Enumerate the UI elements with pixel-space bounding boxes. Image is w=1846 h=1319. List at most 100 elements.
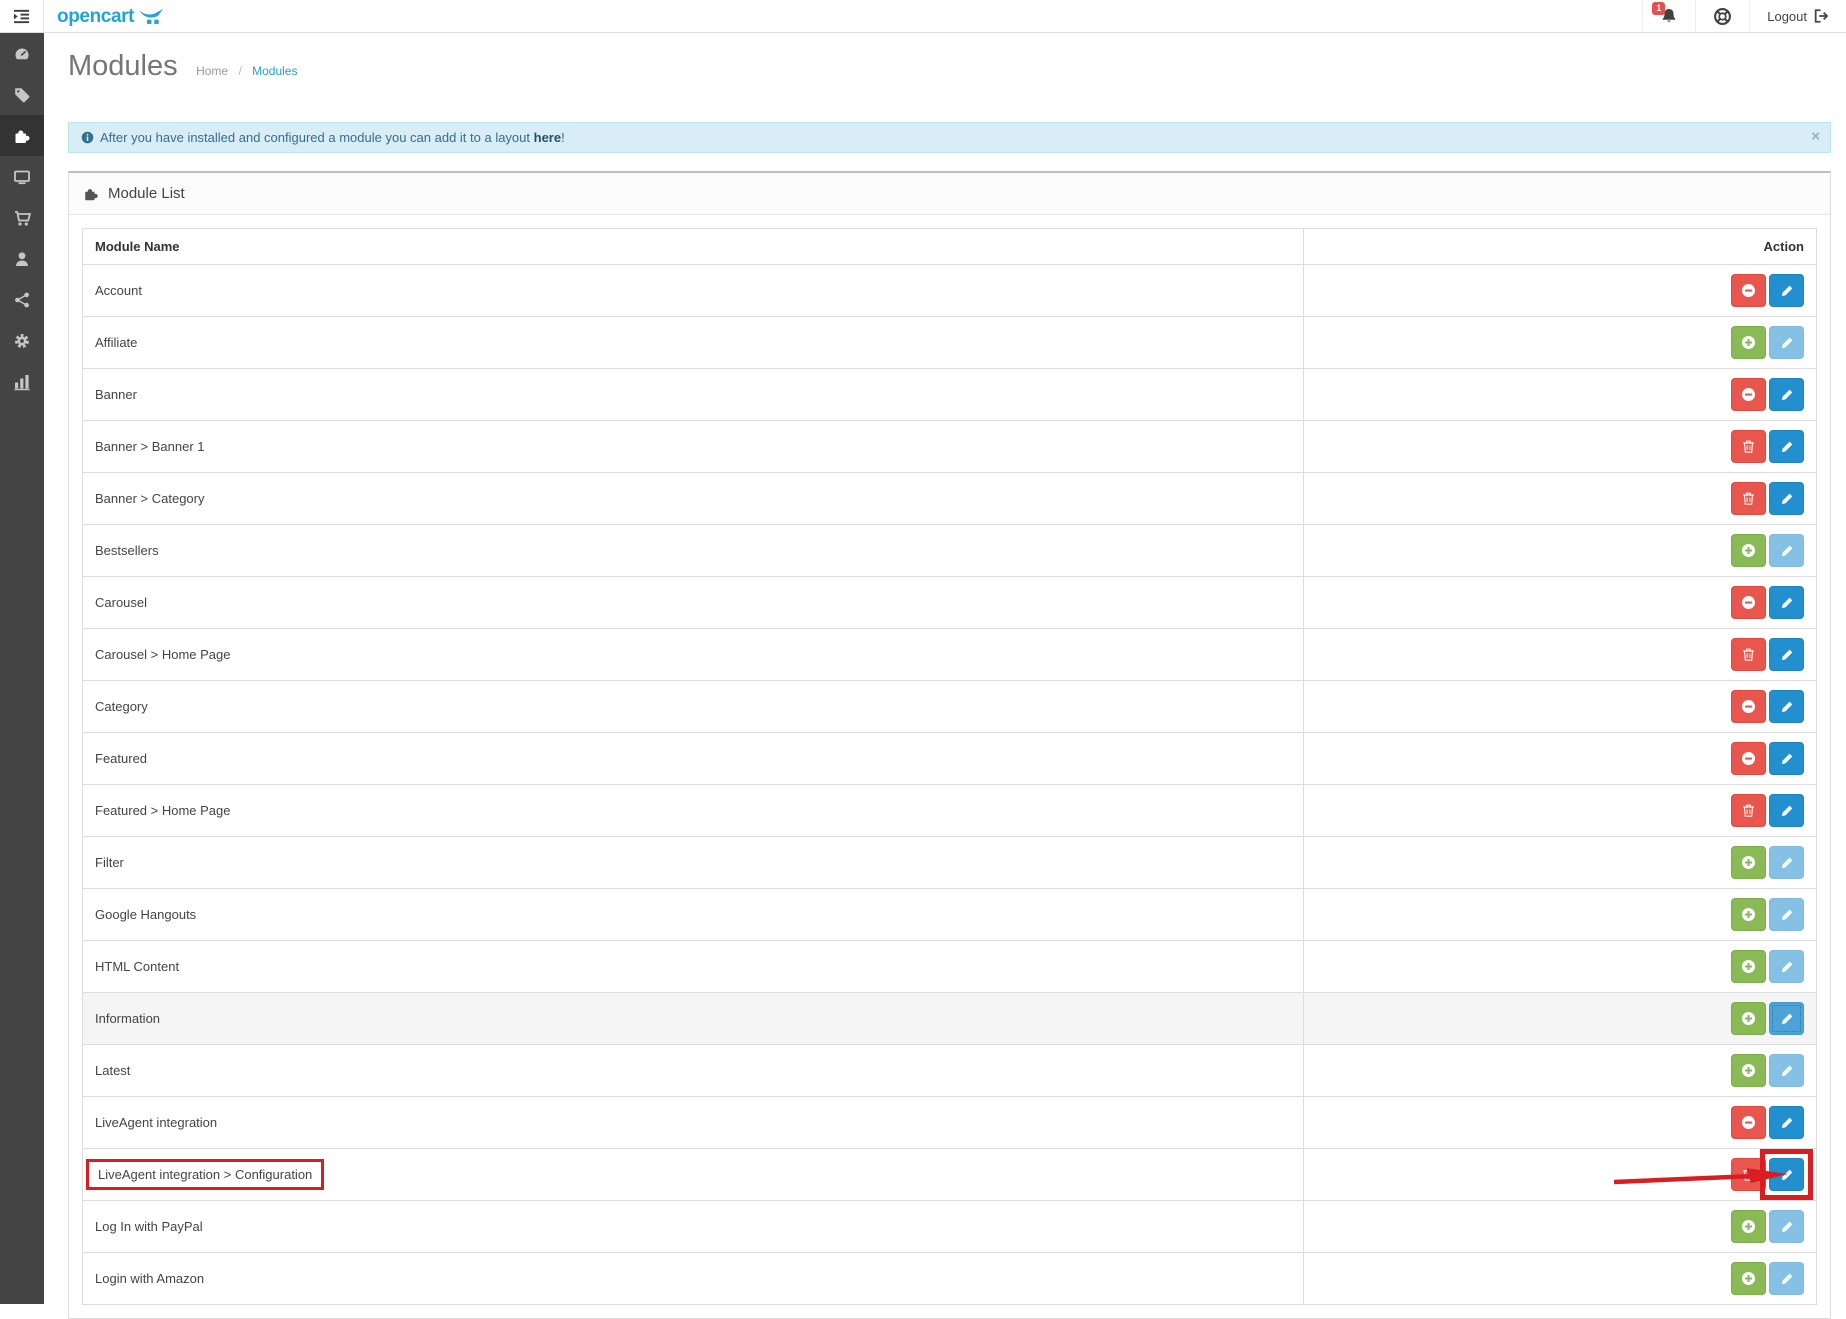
alert-here-link[interactable]: here (534, 130, 561, 145)
uninstall-button[interactable] (1731, 586, 1766, 619)
uninstall-button[interactable] (1731, 274, 1766, 307)
edit-button[interactable] (1769, 950, 1804, 983)
trash-icon (1740, 646, 1757, 663)
minus-circle-icon (1740, 282, 1757, 299)
edit-button[interactable] (1769, 1262, 1804, 1295)
pencil-icon (1779, 439, 1795, 455)
column-header-action: Action (1303, 229, 1816, 265)
edit-button[interactable] (1769, 1002, 1804, 1035)
edit-button[interactable] (1769, 638, 1804, 671)
sidebar-item-reports[interactable] (0, 361, 44, 402)
edit-button[interactable] (1769, 274, 1804, 307)
module-name: Banner > Banner 1 (95, 439, 205, 454)
module-row: Carousel (83, 577, 1817, 629)
edit-button[interactable] (1769, 690, 1804, 723)
sidebar-item-catalog[interactable] (0, 74, 44, 115)
uninstall-button[interactable] (1731, 1106, 1766, 1139)
trash-icon (1740, 490, 1757, 507)
action-cell (1303, 629, 1816, 681)
module-name: Bestsellers (95, 543, 159, 558)
pencil-icon (1779, 491, 1795, 507)
topbar-actions: 1 Logout (1642, 0, 1846, 32)
edit-button[interactable] (1769, 482, 1804, 515)
install-button[interactable] (1731, 1002, 1766, 1035)
uninstall-button[interactable] (1731, 742, 1766, 775)
module-name-cell: Carousel > Home Page (83, 629, 1304, 681)
module-name: Affiliate (95, 335, 137, 350)
module-row: Filter (83, 837, 1817, 889)
plus-circle-icon (1740, 906, 1757, 923)
sidebar-item-marketing[interactable] (0, 279, 44, 320)
sidebar-item-dashboard[interactable] (0, 33, 44, 74)
install-button[interactable] (1731, 1210, 1766, 1243)
notifications-button[interactable]: 1 (1642, 0, 1695, 32)
cart-icon (13, 209, 31, 227)
delete-button[interactable] (1731, 1158, 1766, 1191)
support-button[interactable] (1695, 0, 1749, 32)
sidebar-item-extensions[interactable] (0, 115, 44, 156)
module-name: Log In with PayPal (95, 1219, 203, 1234)
breadcrumb-home-link[interactable]: Home (196, 64, 228, 78)
install-button[interactable] (1731, 950, 1766, 983)
sidebar-item-sales[interactable] (0, 197, 44, 238)
module-name-cell: Banner (83, 369, 1304, 421)
edit-button[interactable] (1769, 430, 1804, 463)
edit-button-wrapper (1769, 326, 1804, 359)
uninstall-button[interactable] (1731, 378, 1766, 411)
action-cell (1303, 837, 1816, 889)
edit-button[interactable] (1769, 326, 1804, 359)
delete-button[interactable] (1731, 638, 1766, 671)
edit-button[interactable] (1769, 1158, 1804, 1191)
action-cell (1303, 577, 1816, 629)
action-cell (1303, 889, 1816, 941)
uninstall-button[interactable] (1731, 690, 1766, 723)
sidebar-item-design[interactable] (0, 156, 44, 197)
delete-button[interactable] (1731, 430, 1766, 463)
edit-button[interactable] (1769, 742, 1804, 775)
sign-out-icon (1813, 8, 1829, 24)
opencart-logo[interactable]: opencart (57, 0, 165, 32)
action-cell (1303, 421, 1816, 473)
install-button[interactable] (1731, 1054, 1766, 1087)
module-row: Banner > Category (83, 473, 1817, 525)
edit-button[interactable] (1769, 1054, 1804, 1087)
module-name-cell: Latest (83, 1045, 1304, 1097)
edit-button[interactable] (1769, 898, 1804, 931)
pencil-icon (1779, 803, 1795, 819)
install-button[interactable] (1731, 846, 1766, 879)
logout-button[interactable]: Logout (1749, 0, 1846, 32)
edit-button[interactable] (1769, 846, 1804, 879)
pencil-icon (1779, 855, 1795, 871)
sidebar-item-customers[interactable] (0, 238, 44, 279)
edit-button[interactable] (1769, 378, 1804, 411)
install-button[interactable] (1731, 534, 1766, 567)
action-cell (1303, 1253, 1816, 1305)
delete-button[interactable] (1731, 794, 1766, 827)
edit-button[interactable] (1769, 1106, 1804, 1139)
logout-label: Logout (1767, 9, 1807, 24)
gear-icon (13, 332, 31, 350)
edit-button[interactable] (1769, 534, 1804, 567)
breadcrumb-modules-link[interactable]: Modules (252, 64, 297, 78)
edit-button[interactable] (1769, 794, 1804, 827)
edit-button[interactable] (1769, 1210, 1804, 1243)
edit-button-wrapper (1769, 274, 1804, 307)
delete-button[interactable] (1731, 482, 1766, 515)
menu-toggle-button[interactable] (0, 0, 44, 32)
edit-button[interactable] (1769, 586, 1804, 619)
install-button[interactable] (1731, 1262, 1766, 1295)
main-content: Modules Home / Modules After you have in… (44, 33, 1846, 1319)
alert-text: After you have installed and configured … (100, 130, 534, 145)
pencil-icon (1779, 1167, 1795, 1183)
info-circle-icon (81, 131, 94, 144)
puzzle-icon (83, 186, 99, 202)
sidebar-item-system[interactable] (0, 320, 44, 361)
alert-close-button[interactable]: × (1811, 129, 1820, 144)
install-button[interactable] (1731, 326, 1766, 359)
module-name-cell: HTML Content (83, 941, 1304, 993)
action-cell (1303, 993, 1816, 1045)
install-button[interactable] (1731, 898, 1766, 931)
pencil-icon (1779, 1063, 1795, 1079)
page-header: Modules Home / Modules (44, 33, 1846, 101)
plus-circle-icon (1740, 958, 1757, 975)
